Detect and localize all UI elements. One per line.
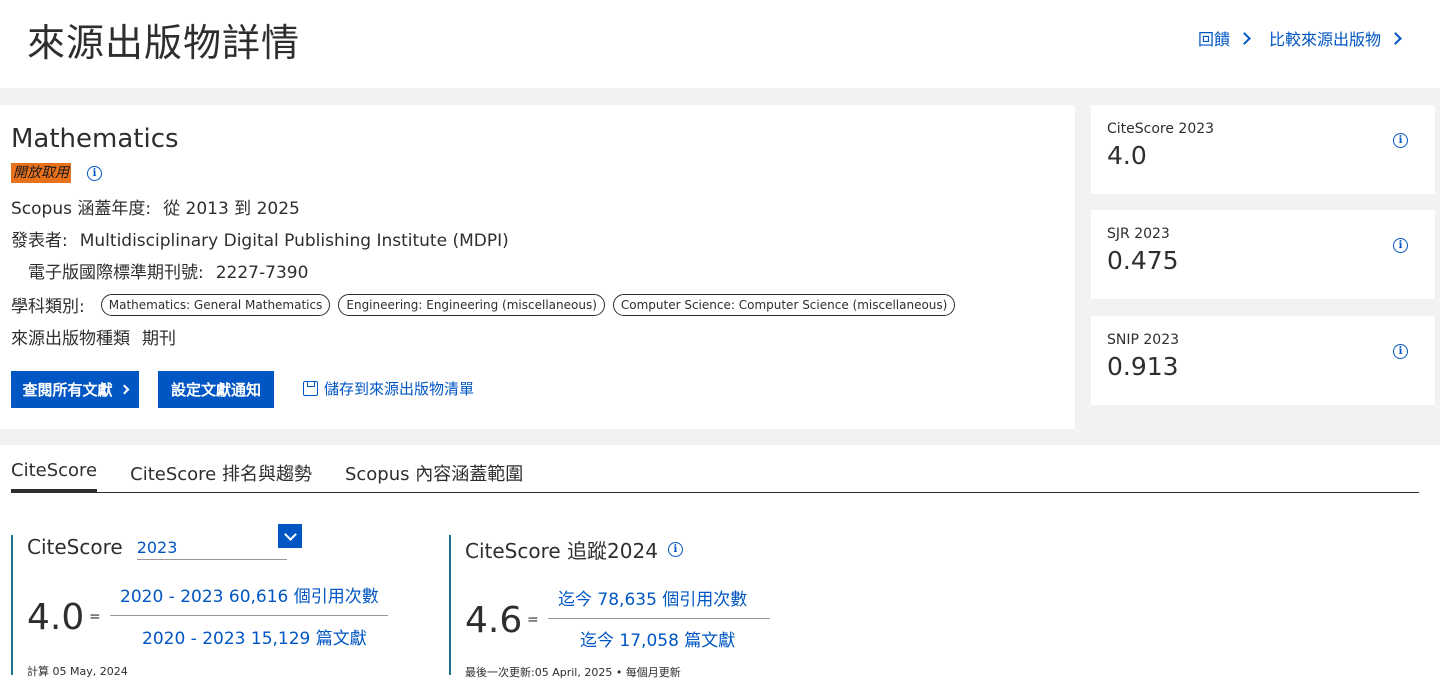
fraction-line — [548, 618, 770, 619]
feedback-label: 回饋 — [1197, 30, 1230, 49]
chevron-right-icon — [1389, 31, 1402, 45]
metric-value: 0.475 — [1107, 246, 1179, 275]
page-title: 來源出版物詳情 — [27, 21, 301, 65]
citescore-metric-card: CiteScore 2023 4.0 i — [1091, 105, 1435, 194]
subject-chips: Mathematics: General Mathematics Enginee… — [100, 293, 956, 316]
citescore-panel: CiteScore 2023 4.0 = 2020 - 2023 60,616 … — [11, 524, 431, 678]
compare-sources-link[interactable]: 比較來源出版物 — [1268, 26, 1402, 50]
info-icon[interactable]: i — [667, 542, 683, 557]
equals-sign: = — [89, 609, 101, 625]
document-count-link[interactable]: 2020 - 2023 15,129 篇文獻 — [142, 624, 367, 649]
source-info-card: Mathematics 開放取用 i Scopus 涵蓋年度: 從 2013 到 … — [0, 105, 1075, 429]
citescore-panel-header: CiteScore 2023 — [27, 524, 302, 560]
eissn-label: 電子版國際標準期刊號: — [28, 263, 204, 283]
set-alert-label: 設定文獻通知 — [170, 381, 261, 399]
snip-metric-card: SNIP 2023 0.913 i — [1091, 316, 1435, 405]
tab-citescore-rank-trend[interactable]: CiteScore 排名與趨勢 — [130, 445, 312, 491]
metric-label: SJR 2023 — [1107, 226, 1170, 242]
metric-label: SNIP 2023 — [1107, 332, 1180, 348]
subject-label: 學科類別: — [11, 297, 85, 317]
tracker-citation-count-link[interactable]: 迄今 78,635 個引用次數 — [558, 585, 747, 610]
equals-sign: = — [527, 612, 539, 628]
feedback-link[interactable]: 回饋 — [1197, 26, 1251, 50]
view-all-documents-label: 查閱所有文獻 — [22, 381, 113, 399]
update-note: 最後一次更新:05 April, 2025 • 每個月更新 — [465, 666, 681, 679]
coverage-label: Scopus 涵蓋年度: — [11, 199, 152, 219]
subject-chip[interactable]: Computer Science: Computer Science (misc… — [612, 293, 956, 316]
eissn-row: 電子版國際標準期刊號: 2227-7390 — [28, 258, 308, 283]
tracker-document-count-link[interactable]: 迄今 17,058 篇文獻 — [580, 626, 735, 651]
info-icon[interactable]: i — [1393, 344, 1408, 359]
citescore-tracker-panel: CiteScore 追蹤2024 i 4.6 = 迄今 78,635 個引用次數… — [449, 535, 869, 679]
source-type-row: 來源出版物種類 期刊 — [11, 324, 176, 349]
fraction-line — [110, 615, 388, 616]
tab-scopus-coverage[interactable]: Scopus 內容涵蓋範圍 — [345, 445, 523, 491]
save-label: 儲存到來源出版物清單 — [324, 380, 475, 398]
publisher-value: Multidisciplinary Digital Publishing Ins… — [79, 231, 509, 251]
metric-value: 0.913 — [1107, 352, 1179, 381]
chevron-right-icon — [119, 384, 129, 395]
coverage-value: 從 2013 到 2025 — [163, 199, 300, 219]
open-access-row: 開放取用 i — [11, 163, 102, 183]
metrics-detail-section: CiteScore CiteScore 排名與趨勢 Scopus 內容涵蓋範圍 … — [0, 445, 1440, 692]
metric-label: CiteScore 2023 — [1107, 121, 1215, 137]
info-icon[interactable]: i — [87, 165, 102, 181]
publisher-row: 發表者: Multidisciplinary Digital Publishing… — [11, 226, 509, 251]
year-select[interactable]: 2023 — [136, 538, 287, 560]
journal-title: Mathematics — [11, 124, 179, 154]
tracker-panel-title: CiteScore 追蹤2024 — [465, 539, 658, 563]
sjr-metric-card: SJR 2023 0.475 i — [1091, 210, 1435, 299]
chevron-down-icon[interactable] — [278, 524, 302, 548]
chevron-right-icon — [1238, 31, 1251, 45]
citation-count-link[interactable]: 2020 - 2023 60,616 個引用次數 — [120, 582, 379, 607]
eissn-value: 2227-7390 — [215, 263, 309, 283]
open-access-badge: 開放取用 — [11, 163, 71, 183]
citescore-panel-title: CiteScore — [27, 535, 123, 559]
subject-chip[interactable]: Mathematics: General Mathematics — [100, 293, 331, 316]
save-icon — [303, 381, 318, 396]
info-icon[interactable]: i — [1393, 238, 1408, 253]
tab-bar: CiteScore CiteScore 排名與趨勢 Scopus 內容涵蓋範圍 — [11, 445, 1419, 493]
metric-value: 4.0 — [1107, 141, 1147, 170]
info-icon[interactable]: i — [1393, 133, 1408, 148]
calculation-note: 計算 05 May, 2024 — [27, 665, 128, 678]
set-document-alert-button[interactable]: 設定文獻通知 — [158, 371, 274, 408]
top-links: 回饋 比較來源出版物 — [1197, 26, 1402, 50]
subject-chip[interactable]: Engineering: Engineering (miscellaneous) — [338, 293, 605, 316]
save-to-source-list-link[interactable]: 儲存到來源出版物清單 — [303, 378, 474, 399]
source-type-label: 來源出版物種類 — [11, 329, 130, 349]
coverage-row: Scopus 涵蓋年度: 從 2013 到 2025 — [11, 194, 300, 219]
compare-label: 比較來源出版物 — [1268, 30, 1381, 49]
view-all-documents-button[interactable]: 查閱所有文獻 — [11, 371, 139, 408]
tracker-value: 4.6 — [465, 600, 523, 641]
tracker-panel-header: CiteScore 追蹤2024 i — [465, 535, 683, 564]
source-type-value: 期刊 — [142, 329, 176, 349]
publisher-label: 發表者: — [11, 231, 68, 251]
subject-area-row: 學科類別: Mathematics: General Mathematics E… — [11, 292, 956, 317]
top-bar: 來源出版物詳情 回饋 比較來源出版物 — [0, 0, 1440, 88]
citescore-value: 4.0 — [27, 597, 85, 638]
tab-citescore[interactable]: CiteScore — [11, 445, 98, 492]
